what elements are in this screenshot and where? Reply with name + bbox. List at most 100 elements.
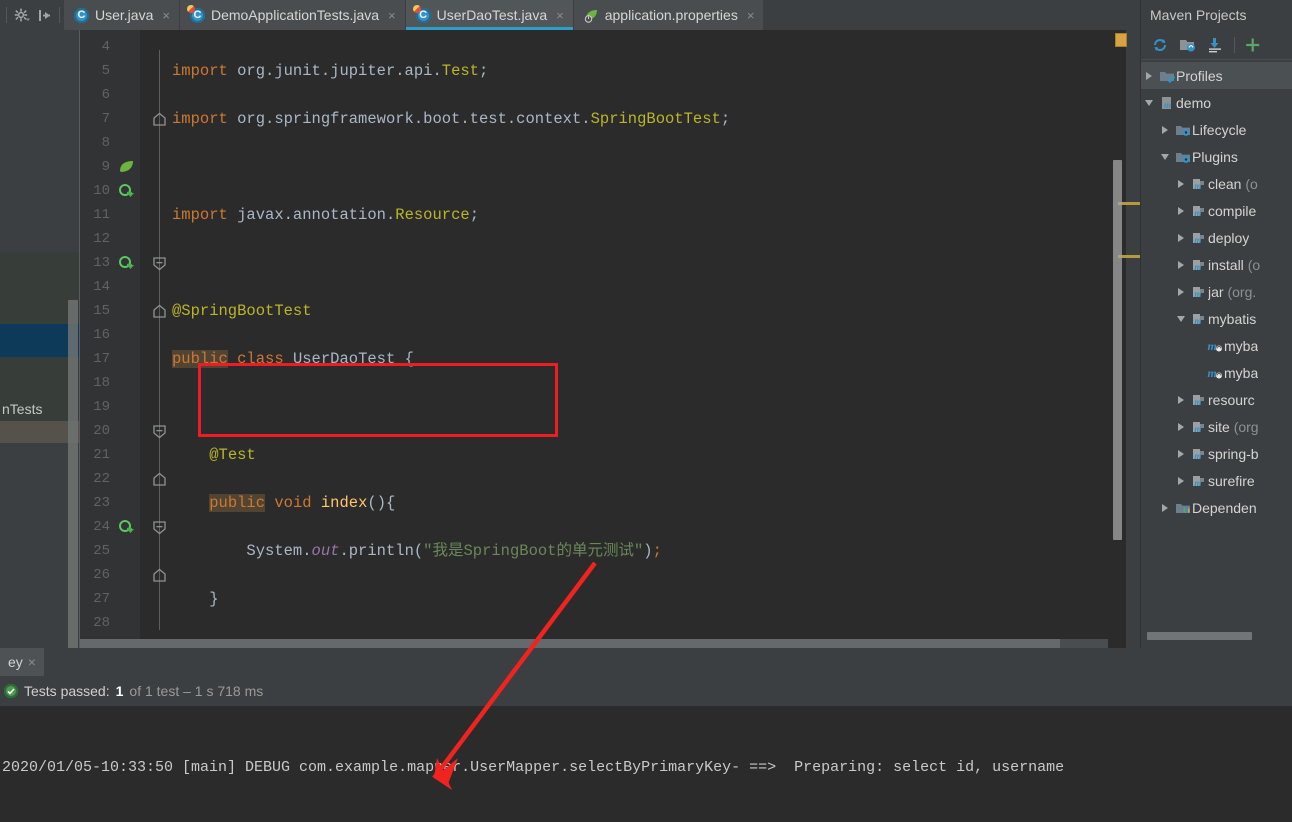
editor-tab-user-java[interactable]: C User.java ×	[64, 0, 180, 30]
generate-sources-icon[interactable]	[1175, 33, 1201, 57]
fold-region-start-icon[interactable]	[152, 515, 170, 539]
maven-tree-row-install[interactable]: m install (o	[1141, 251, 1292, 278]
editor-tabs: C User.java × C DemoApplicationTests.jav…	[64, 0, 765, 30]
fold-region-start-icon[interactable]	[152, 419, 170, 443]
spring-bean-leaf-icon[interactable]	[118, 155, 140, 179]
code-folding-column[interactable]	[152, 35, 170, 611]
chevron-down-icon[interactable]	[1173, 315, 1189, 322]
maven-tree-label: demo	[1176, 94, 1212, 111]
chevron-right-icon[interactable]	[1173, 260, 1189, 269]
chevron-right-icon[interactable]	[1173, 206, 1189, 215]
code-editor[interactable]: 4 5 6 7 8 9 10 11 12 13 14 15 16 17 18 1…	[0, 30, 1140, 752]
maven-tree-row-spring-boot[interactable]: m spring-b	[1141, 440, 1292, 467]
chevron-down-icon[interactable]	[1157, 153, 1173, 160]
download-sources-icon[interactable]	[1203, 33, 1229, 57]
run-test-gutter-icon[interactable]	[118, 251, 140, 275]
toolbar-divider	[6, 7, 7, 23]
maven-tree-row-goal[interactable]: m myba	[1141, 332, 1292, 359]
maven-tree-label: spring-b	[1208, 445, 1259, 462]
chevron-right-icon[interactable]	[1173, 449, 1189, 458]
close-icon[interactable]: ×	[28, 654, 36, 670]
code-line-10: public class UserDaoTest {	[172, 350, 414, 368]
chevron-right-icon[interactable]	[1173, 476, 1189, 485]
maven-tree-row-clean[interactable]: m clean (o	[1141, 170, 1292, 197]
svg-text:m: m	[1194, 208, 1201, 218]
editor-tab-userdaotest-java[interactable]: C UserDaoTest.java ×	[405, 0, 574, 30]
fold-region-start-icon[interactable]	[152, 251, 170, 275]
run-tab-selectbyprimarykey[interactable]: ey ×	[0, 648, 44, 676]
tests-passed-label: Tests passed:	[24, 683, 110, 699]
chevron-right-icon[interactable]	[1141, 71, 1157, 80]
line-number: 20	[93, 423, 110, 439]
java-class-icon: C	[74, 7, 89, 23]
maven-tree-row-lifecycle[interactable]: Lifecycle	[1141, 116, 1292, 143]
hide-tool-window-icon[interactable]	[33, 1, 55, 29]
tests-passed-icon	[4, 684, 18, 698]
close-icon[interactable]: ×	[556, 8, 564, 23]
maven-horizontal-scrollbar[interactable]	[1147, 632, 1252, 640]
close-icon[interactable]: ×	[162, 8, 170, 23]
maven-tree-row-resources[interactable]: m resourc	[1141, 386, 1292, 413]
editor-horizontal-scrollbar-thumb[interactable]	[80, 639, 1060, 648]
editor-horizontal-scrollbar-track[interactable]	[80, 639, 1108, 648]
chevron-right-icon[interactable]	[1157, 503, 1173, 512]
inspection-status-warning-icon[interactable]	[1115, 33, 1127, 47]
code-text-area[interactable]: import org.junit.jupiter.api.Test; impor…	[172, 35, 1140, 752]
maven-tree-row-goal[interactable]: m myba	[1141, 359, 1292, 386]
chevron-right-icon[interactable]	[1173, 395, 1189, 404]
chevron-right-icon[interactable]	[1173, 233, 1189, 242]
fold-region-end-icon[interactable]	[152, 563, 170, 587]
maven-tree-row-mybatis[interactable]: m mybatis	[1141, 305, 1292, 332]
maven-tree-row-surefire[interactable]: m surefire	[1141, 467, 1292, 494]
reimport-icon[interactable]	[1147, 33, 1173, 57]
svg-text:m: m	[1207, 366, 1216, 380]
close-icon[interactable]: ×	[747, 8, 755, 23]
java-test-class-icon: C	[186, 4, 205, 23]
left-overlay-popup[interactable]: nTests	[0, 30, 80, 648]
fold-region-end-icon[interactable]	[152, 299, 170, 323]
editor-tab-demoapplicationtests-java[interactable]: C DemoApplicationTests.java ×	[179, 0, 406, 30]
run-test-gutter-icon[interactable]	[118, 179, 140, 203]
maven-tree-row-compile[interactable]: m compile	[1141, 197, 1292, 224]
maven-plugin-icon: m	[1189, 446, 1208, 462]
chevron-right-icon[interactable]	[1173, 179, 1189, 188]
chevron-right-icon[interactable]	[1173, 287, 1189, 296]
console-output[interactable]: 2020/01/05-10:33:50 [main] DEBUG com.exa…	[0, 706, 1292, 822]
maven-tree-row-dependencies[interactable]: Dependen	[1141, 494, 1292, 521]
chevron-down-icon[interactable]	[1141, 99, 1157, 106]
line-number: 23	[93, 495, 110, 511]
gear-dropdown-icon[interactable]	[11, 1, 33, 29]
editor-vertical-scrollbar[interactable]	[1113, 160, 1122, 540]
code-line-14: System.out.println("我是SpringBoot的单元测试");	[246, 542, 662, 560]
fold-region-end-icon[interactable]	[152, 467, 170, 491]
gutter-marker-column[interactable]	[118, 35, 140, 539]
chevron-right-icon[interactable]	[1173, 422, 1189, 431]
maven-plugin-icon: m	[1189, 284, 1208, 300]
maven-tree-row-plugins[interactable]: Plugins	[1141, 143, 1292, 170]
fold-region-end-icon[interactable]	[152, 107, 170, 131]
maven-plugin-icon: m	[1189, 311, 1208, 327]
maven-tree-row-jar[interactable]: m jar (org.	[1141, 278, 1292, 305]
maven-project-tree[interactable]: Profiles m demo Lifecycle Plugins m clea…	[1141, 60, 1292, 521]
maven-tree-row-profiles[interactable]: Profiles	[1141, 62, 1292, 89]
line-number: 6	[101, 87, 110, 103]
chevron-right-icon[interactable]	[1157, 125, 1173, 134]
maven-tree-row-demo[interactable]: m demo	[1141, 89, 1292, 116]
maven-tree-row-site[interactable]: m site (org	[1141, 413, 1292, 440]
java-test-class-icon: C	[412, 4, 431, 23]
code-line-13: public void index(){	[209, 494, 396, 512]
line-number: 18	[93, 375, 110, 391]
line-number: 9	[101, 159, 110, 175]
maven-plugin-icon: m	[1189, 203, 1208, 219]
maven-tree-label: Dependen	[1192, 499, 1257, 516]
editor-analysis-strip[interactable]	[1126, 30, 1140, 648]
editor-tab-application-properties[interactable]: application.properties ×	[573, 0, 765, 30]
run-test-gutter-icon[interactable]	[118, 515, 140, 539]
maven-module-icon: m	[1157, 95, 1176, 111]
popup-vertical-scrollbar[interactable]	[68, 300, 78, 648]
tests-passed-detail: of 1 test – 1 s 718 ms	[129, 683, 264, 699]
close-icon[interactable]: ×	[388, 8, 396, 23]
maven-tree-row-deploy[interactable]: m deploy	[1141, 224, 1292, 251]
maven-tree-label: myba	[1224, 364, 1259, 381]
add-maven-project-icon[interactable]	[1240, 33, 1266, 57]
